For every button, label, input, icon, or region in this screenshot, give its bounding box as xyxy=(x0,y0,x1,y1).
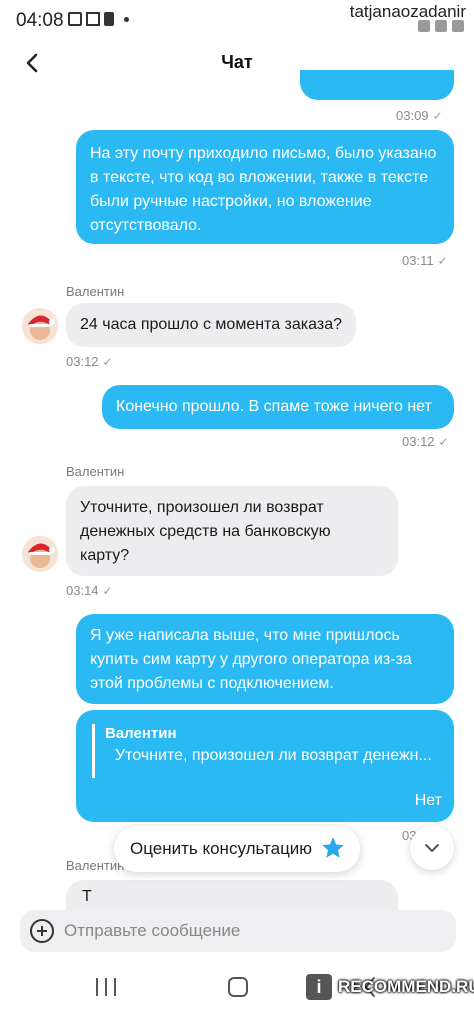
recents-button[interactable] xyxy=(96,978,116,996)
check-icon: ✓ xyxy=(102,583,113,598)
message-time: 03:14 xyxy=(66,583,99,598)
gmail-icon xyxy=(86,12,100,26)
rate-consultation-button[interactable]: Оценить консультацию xyxy=(114,826,360,872)
message-time: 03:12 xyxy=(66,354,99,369)
message-meta: 03:12 ✓ xyxy=(66,354,113,369)
incoming-message: Уточните, произошел ли возврат денежных … xyxy=(66,486,398,576)
quoted-message[interactable]: Валентин Уточните, произошел ли возврат … xyxy=(92,724,438,778)
watermark-username: tatjanaozadanir xyxy=(349,2,466,21)
check-icon: ✓ xyxy=(438,434,449,449)
sender-name: Валентин xyxy=(66,464,125,479)
recents-icon-bar xyxy=(114,978,116,996)
message-time: 03:11 xyxy=(402,253,434,268)
battery-icon xyxy=(452,20,464,32)
avatar xyxy=(22,536,58,572)
reply-message: Валентин Уточните, произошел ли возврат … xyxy=(76,710,454,822)
scroll-down-button[interactable] xyxy=(410,826,454,870)
outgoing-message: Конечно прошло. В спаме тоже ничего нет xyxy=(102,385,454,429)
gallery-icon xyxy=(68,12,82,26)
home-button[interactable] xyxy=(228,977,248,997)
operator-avatar-icon xyxy=(22,536,58,572)
system-status-icons xyxy=(418,20,464,32)
recommend-watermark: i RECOMMEND.RU xyxy=(306,974,474,1000)
message-meta: 03:12 ✓ xyxy=(402,434,449,449)
sender-name: Валентин xyxy=(66,858,125,873)
message-time: 03:09 xyxy=(396,108,429,123)
message-time: 03:12 xyxy=(402,434,435,449)
avatar xyxy=(22,308,58,344)
notification-dot-icon xyxy=(124,16,129,22)
check-icon: ✓ xyxy=(432,108,443,123)
wifi-icon xyxy=(418,20,430,32)
recents-icon-bar xyxy=(105,978,107,996)
status-time: 04:08 xyxy=(16,10,64,31)
rate-consultation-label: Оценить консультацию xyxy=(130,839,313,858)
recommend-watermark-text: RECOMMEND.RU xyxy=(338,977,474,996)
message-text: Т xyxy=(82,888,92,905)
message-meta: 03:11 ✓ xyxy=(402,253,448,268)
signal-icon xyxy=(435,20,447,32)
plus-circle-icon[interactable] xyxy=(30,919,54,943)
chevron-down-icon xyxy=(425,844,439,852)
reply-text: Нет xyxy=(414,792,442,809)
recents-icon-bar xyxy=(96,978,98,996)
outgoing-message: На эту почту приходило письмо, было указ… xyxy=(76,130,454,244)
sender-name: Валентин xyxy=(66,284,125,299)
message-input[interactable] xyxy=(64,910,444,952)
message-meta: 03:09 ✓ xyxy=(396,108,443,123)
status-icons xyxy=(68,12,129,26)
star-icon xyxy=(322,837,344,858)
status-bar: 04:08 tatjanaozadanir xyxy=(0,0,474,40)
quoted-sender: Валентин xyxy=(105,725,177,742)
recommend-logo-icon: i xyxy=(306,974,332,1000)
outgoing-message xyxy=(300,70,454,100)
outgoing-message: Я уже написала выше, что мне пришлось ку… xyxy=(76,614,454,704)
quoted-text: Уточните, произошел ли возврат денежн... xyxy=(115,747,432,764)
message-meta: 03:14 ✓ xyxy=(66,583,113,598)
check-icon: ✓ xyxy=(437,253,448,268)
message-composer xyxy=(20,910,456,952)
operator-avatar-icon xyxy=(22,308,58,344)
battery-saver-icon xyxy=(104,12,114,26)
incoming-message: 24 часа прошло с момента заказа? xyxy=(66,303,356,347)
check-icon: ✓ xyxy=(102,354,113,369)
